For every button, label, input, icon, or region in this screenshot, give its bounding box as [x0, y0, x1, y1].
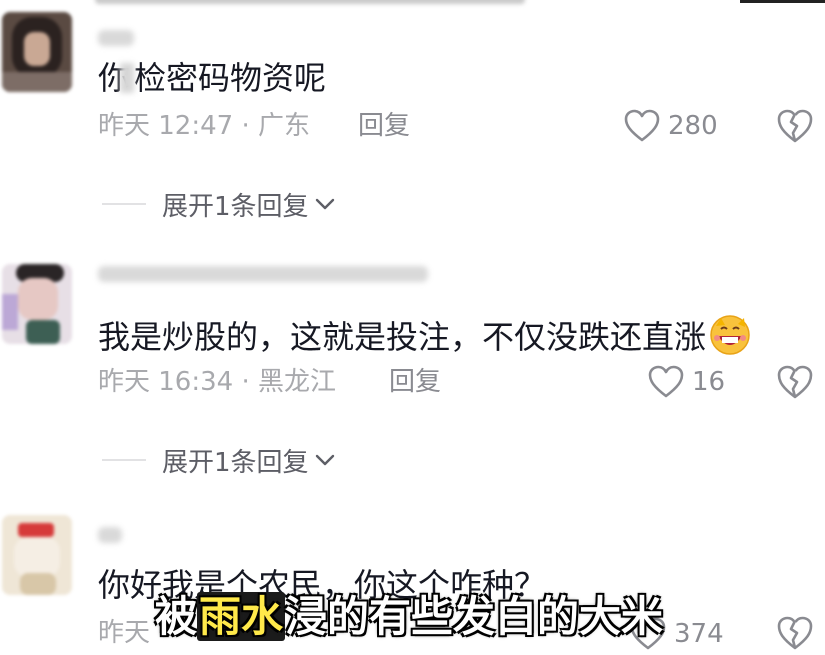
- username-blurred[interactable]: [98, 30, 134, 46]
- username-blurred[interactable]: [98, 527, 122, 543]
- like-count: 16: [692, 367, 726, 397]
- avatar[interactable]: [2, 515, 72, 595]
- reply-button[interactable]: 回复: [389, 366, 441, 398]
- avatar[interactable]: [2, 12, 72, 92]
- like-count: 280: [668, 111, 718, 141]
- video-subtitle: 被雨水浸的有些发白的大米: [155, 590, 663, 644]
- comment-text: 我是炒股的，这就是投注，不仅没跌还直涨: [98, 312, 752, 357]
- like-button[interactable]: 16: [648, 365, 725, 399]
- comment-text-body: 我是炒股的，这就是投注，不仅没跌还直涨: [98, 318, 707, 356]
- like-count: 374: [674, 619, 724, 649]
- expand-replies-button[interactable]: 展开1条回复: [102, 442, 335, 478]
- like-button[interactable]: 280: [624, 109, 718, 143]
- blurred-char: [120, 63, 135, 93]
- broken-heart-icon[interactable]: [776, 615, 814, 651]
- comment-item: 我是炒股的，这就是投注，不仅没跌还直涨 昨天 16:34 · 黑龙江 回复 16…: [0, 240, 825, 485]
- broken-heart-icon[interactable]: [776, 364, 814, 400]
- heart-outline-icon: [648, 365, 684, 398]
- chevron-down-icon: [315, 454, 334, 466]
- comment-meta: 昨天: [98, 618, 151, 648]
- comment-meta: 昨天 16:34 · 黑龙江: [98, 367, 336, 397]
- comment-text: 你检密码物资呢: [98, 58, 326, 98]
- broken-heart-icon[interactable]: [776, 108, 814, 144]
- comment-item: 你检密码物资呢 昨天 12:47 · 广东 回复 280 展开1条回复: [0, 0, 825, 240]
- heart-outline-icon: [624, 109, 660, 142]
- divider-line: [102, 203, 146, 205]
- expand-replies-button[interactable]: 展开1条回复: [102, 186, 335, 222]
- grinning-face-with-money-icon: [710, 315, 750, 355]
- subtitle-part-2: 浸的有些发白的大米: [285, 592, 664, 641]
- comment-meta: 昨天 12:47 · 广东: [98, 111, 310, 141]
- expand-replies-label: 展开1条回复: [162, 447, 309, 478]
- reply-button[interactable]: 回复: [358, 110, 410, 142]
- expand-replies-label: 展开1条回复: [162, 191, 309, 222]
- subtitle-part-1: 被: [155, 592, 198, 641]
- username-blurred[interactable]: [98, 266, 428, 282]
- comment-text-rest: 检密码物资呢: [134, 59, 327, 97]
- divider-line: [102, 459, 146, 461]
- avatar[interactable]: [2, 264, 72, 344]
- subtitle-highlight: 雨水: [197, 592, 286, 641]
- chevron-down-icon: [315, 198, 334, 210]
